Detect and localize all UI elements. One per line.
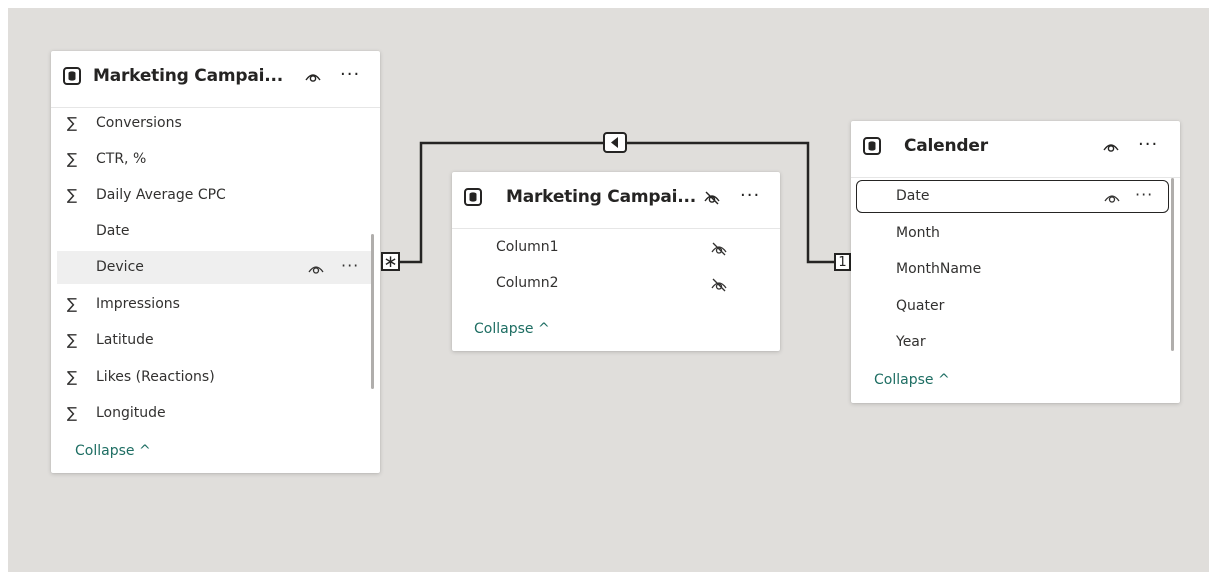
sigma-icon: ∑	[67, 150, 78, 168]
sigma-icon: ∑	[67, 331, 78, 349]
eye-icon[interactable]	[1102, 140, 1120, 154]
field-label: Date	[96, 223, 130, 239]
field-row[interactable]: ∑ Conversions	[57, 107, 374, 140]
table-icon	[863, 137, 881, 155]
triangle-left-icon	[611, 137, 618, 148]
collapse-link[interactable]: Collapse ^	[874, 372, 950, 388]
field-row-focused[interactable]: Date ···	[857, 180, 1174, 213]
sigma-icon: ∑	[67, 295, 78, 313]
eye-icon[interactable]	[307, 262, 325, 276]
eye-hidden-icon[interactable]	[710, 278, 728, 292]
field-label: Latitude	[96, 332, 154, 348]
field-row[interactable]: ∑ CTR, %	[57, 143, 374, 176]
field-row[interactable]: ∑ Longitude	[57, 397, 374, 430]
field-row[interactable]: MonthName	[857, 253, 1174, 286]
table-icon	[464, 188, 482, 206]
field-label: Year	[896, 334, 926, 350]
eye-hidden-icon[interactable]	[703, 191, 721, 205]
field-label: MonthName	[896, 261, 982, 277]
table-title: Marketing Campai...	[506, 187, 696, 207]
field-label: Likes (Reactions)	[96, 369, 215, 385]
field-label: Month	[896, 225, 940, 241]
scrollbar[interactable]	[1171, 178, 1174, 351]
field-row[interactable]: ∑ Latitude	[57, 324, 374, 357]
cross-filter-direction-marker[interactable]	[603, 132, 627, 153]
field-row[interactable]: ∑ Daily Average CPC	[57, 179, 374, 212]
sigma-icon: ∑	[67, 114, 78, 132]
sigma-icon: ∑	[67, 404, 78, 422]
many-cardinality-marker[interactable]: ∗	[381, 252, 400, 271]
more-options-icon[interactable]: ···	[341, 256, 359, 275]
field-row[interactable]: Column1	[458, 231, 774, 264]
scrollbar[interactable]	[371, 234, 374, 389]
field-row[interactable]: Quater	[857, 290, 1174, 323]
more-options-icon[interactable]: ···	[1138, 134, 1158, 155]
field-label: CTR, %	[96, 151, 147, 167]
eye-hidden-icon[interactable]	[710, 242, 728, 256]
more-options-icon[interactable]: ···	[340, 64, 360, 85]
field-label: Column2	[496, 275, 559, 291]
table-card-header[interactable]: Calender ···	[851, 121, 1180, 178]
table-title: Marketing Campai...	[93, 66, 283, 86]
table-card-calender[interactable]: Calender ··· Date ··· Month MonthName Qu…	[851, 121, 1180, 403]
field-row[interactable]: Date	[57, 215, 374, 248]
table-card-header[interactable]: Marketing Campai... ···	[51, 51, 380, 108]
field-row[interactable]: Year	[857, 326, 1174, 359]
table-title: Calender	[904, 136, 988, 156]
collapse-link[interactable]: Collapse ^	[75, 443, 151, 459]
field-row-selected[interactable]: Device ···	[57, 251, 374, 284]
field-label: Impressions	[96, 296, 180, 312]
table-card-header[interactable]: Marketing Campai... ···	[452, 172, 780, 229]
field-label: Quater	[896, 298, 945, 314]
field-label: Daily Average CPC	[96, 187, 226, 203]
eye-icon[interactable]	[1103, 191, 1121, 205]
field-label: Conversions	[96, 115, 182, 131]
table-card-marketing-campaign-hidden[interactable]: Marketing Campai... ··· Column1 Column2 …	[452, 172, 780, 351]
table-icon	[63, 67, 81, 85]
field-row[interactable]: Column2	[458, 267, 774, 300]
field-row[interactable]: ∑ Impressions	[57, 288, 374, 321]
sigma-icon: ∑	[67, 186, 78, 204]
field-label: Longitude	[96, 405, 166, 421]
collapse-link[interactable]: Collapse ^	[474, 321, 550, 337]
eye-icon[interactable]	[304, 70, 322, 84]
more-options-icon[interactable]: ···	[740, 185, 760, 206]
field-row[interactable]: Month	[857, 217, 1174, 250]
field-label: Date	[896, 188, 930, 204]
table-card-marketing-campaign[interactable]: Marketing Campai... ··· ∑ Conversions ∑ …	[51, 51, 380, 473]
field-label: Device	[96, 259, 144, 275]
field-row[interactable]: ∑ Likes (Reactions)	[57, 361, 374, 394]
more-options-icon[interactable]: ···	[1135, 185, 1153, 204]
one-cardinality-marker[interactable]: 1	[834, 253, 851, 271]
field-label: Column1	[496, 239, 559, 255]
sigma-icon: ∑	[67, 368, 78, 386]
